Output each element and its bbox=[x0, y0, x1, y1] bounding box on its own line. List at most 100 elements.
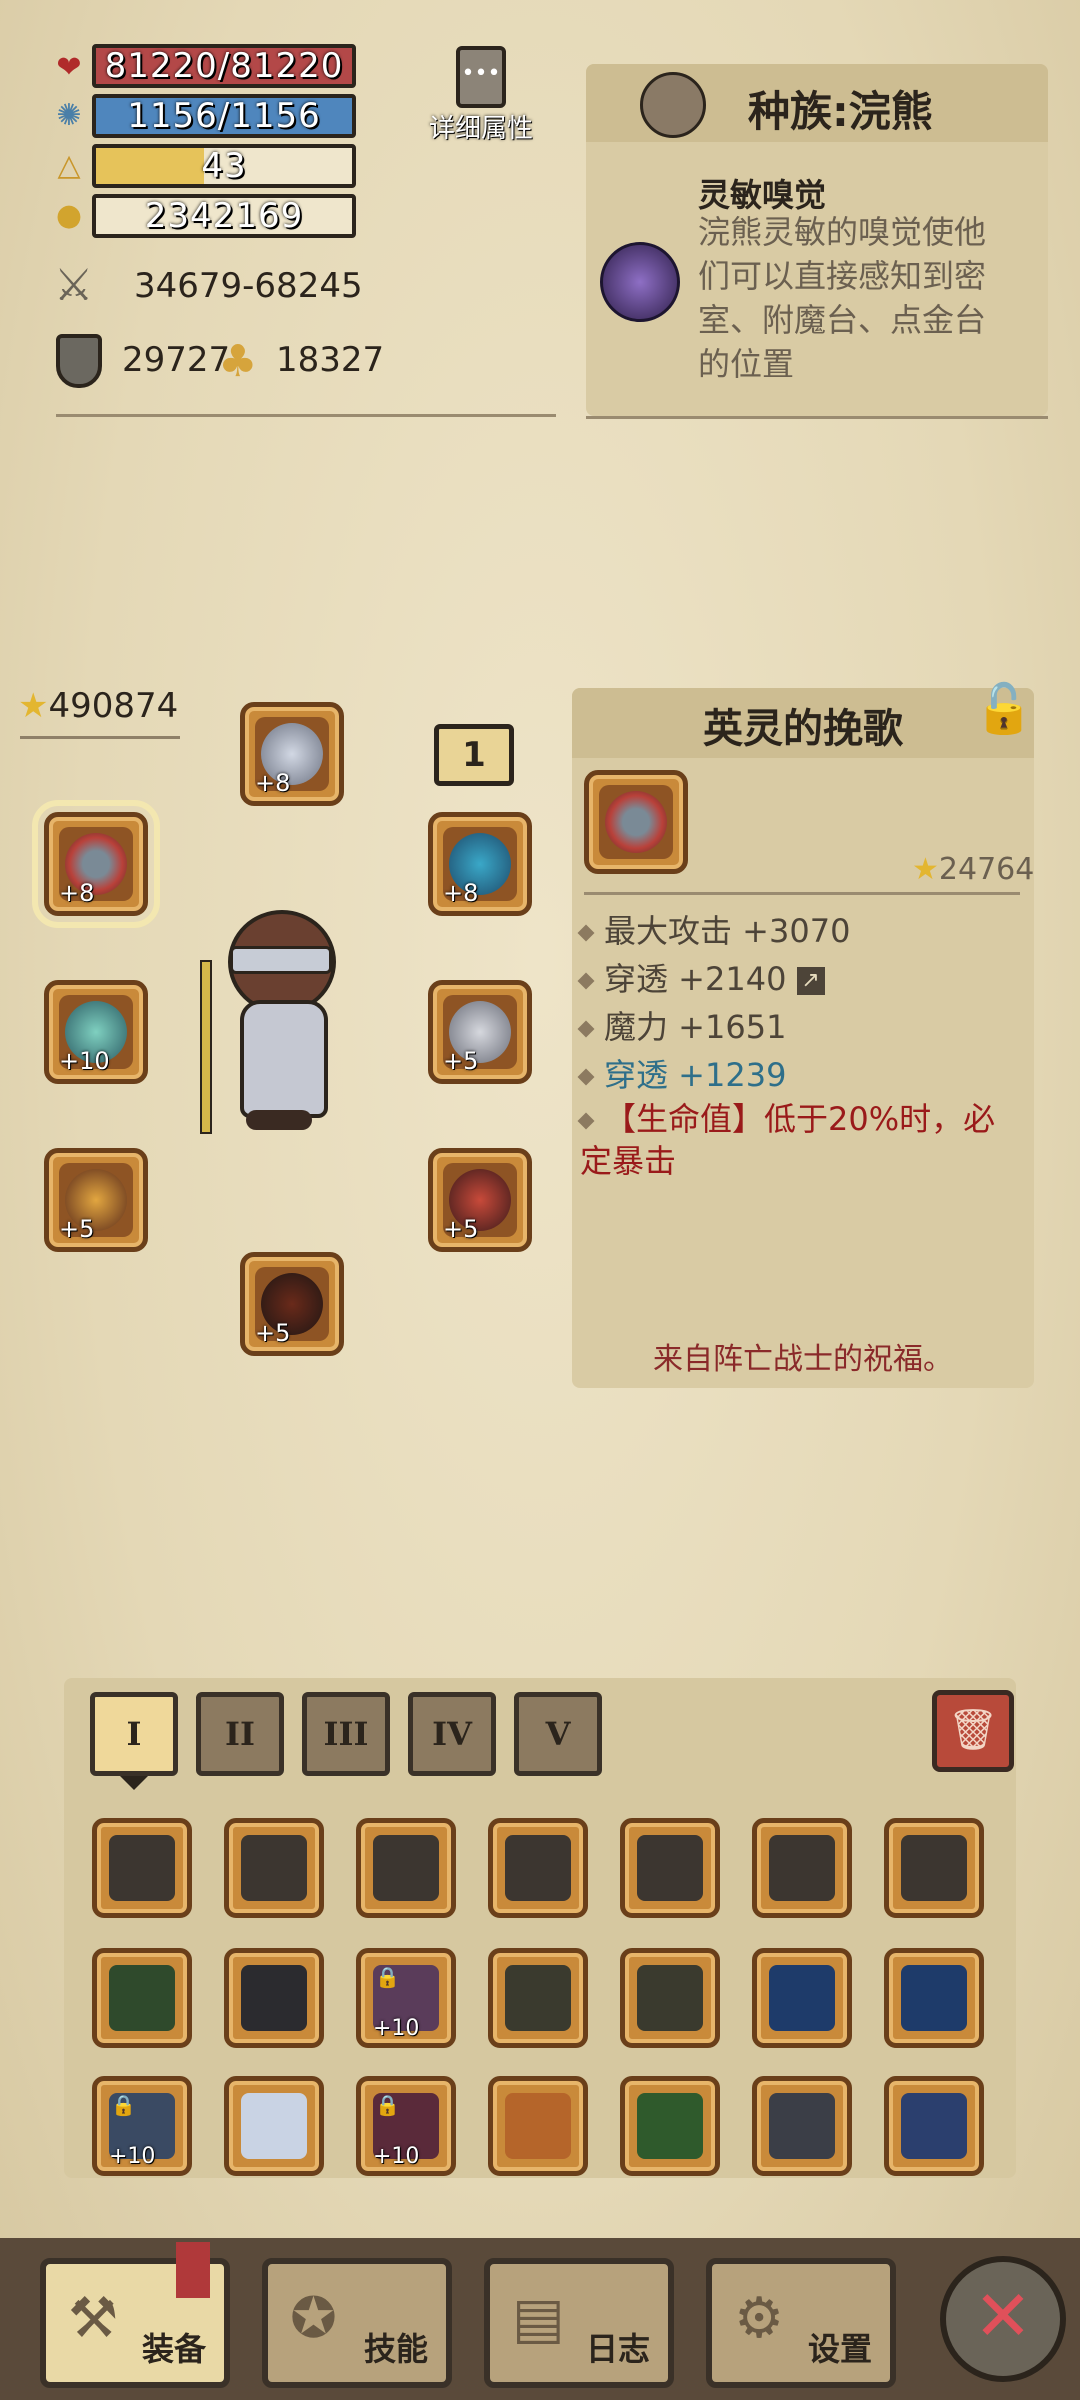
inventory-item[interactable]: 🔒 +10 bbox=[356, 2076, 456, 2176]
tab-indicator bbox=[120, 1776, 148, 1790]
inventory-item-art bbox=[901, 1965, 967, 2031]
raccoon-icon bbox=[640, 72, 706, 138]
inventory-item-level: +10 bbox=[109, 2144, 156, 2169]
inventory-item[interactable]: 🔒 +10 bbox=[356, 1948, 456, 2048]
level-value: 43 bbox=[201, 146, 247, 186]
nav-equip-label: 装备 bbox=[141, 2330, 206, 2368]
item-divider bbox=[584, 892, 1020, 895]
inventory-item-art bbox=[109, 1835, 175, 1901]
star-icon: ★ bbox=[912, 852, 939, 887]
inventory-item-art bbox=[241, 2093, 307, 2159]
item-attr-magic: 魔力 +1651 bbox=[577, 1002, 787, 1048]
inventory-item[interactable] bbox=[224, 2076, 324, 2176]
luck-value: 18327 bbox=[276, 340, 385, 380]
close-button[interactable]: ✕ bbox=[940, 2256, 1066, 2382]
nav-log[interactable]: ▤ 日志 bbox=[484, 2258, 674, 2388]
loadout-number-button[interactable]: 1 bbox=[434, 724, 514, 786]
inventory-item[interactable] bbox=[752, 1948, 852, 2048]
inventory-item[interactable] bbox=[884, 1818, 984, 1918]
equip-slot-boots[interactable]: +5 bbox=[240, 1252, 344, 1356]
inventory-item[interactable] bbox=[620, 1948, 720, 2048]
skills-icon: ✪ bbox=[290, 2286, 337, 2351]
inventory-item-art bbox=[505, 1835, 571, 1901]
inventory-item[interactable] bbox=[620, 2076, 720, 2176]
detail-attributes-button[interactable]: ••• 详细属性 bbox=[426, 42, 536, 146]
inventory-item[interactable] bbox=[92, 1818, 192, 1918]
connector-line bbox=[20, 736, 180, 739]
equip-slot-necklace[interactable]: +8 bbox=[428, 812, 532, 916]
inventory-item[interactable] bbox=[224, 1948, 324, 2048]
more-icon: ••• bbox=[456, 46, 506, 108]
inventory-item[interactable] bbox=[884, 1948, 984, 2048]
tab-IV[interactable]: IV bbox=[408, 1692, 496, 1776]
star-icon: ★ bbox=[18, 686, 49, 726]
inventory-item[interactable] bbox=[224, 1818, 324, 1918]
detail-attributes-label: 详细属性 bbox=[428, 114, 533, 144]
slot-level: +10 bbox=[59, 1047, 110, 1075]
attr-text: 最大攻击 +3070 bbox=[604, 912, 851, 950]
item-attr-max-attack: 最大攻击 +3070 bbox=[577, 906, 851, 952]
inventory-item-art bbox=[505, 2093, 571, 2159]
item-score: ★24764 bbox=[912, 852, 1034, 887]
heart-icon: ❤ bbox=[56, 49, 82, 85]
inventory-item[interactable] bbox=[488, 1818, 588, 1918]
inventory-item[interactable] bbox=[356, 1818, 456, 1918]
inventory-item[interactable] bbox=[488, 1948, 588, 2048]
inventory-item-level: +10 bbox=[373, 2144, 420, 2169]
item-detail-icon bbox=[584, 770, 688, 874]
nav-skills[interactable]: ✪ 技能 bbox=[262, 2258, 452, 2388]
inventory-item-art bbox=[901, 1835, 967, 1901]
inventory-item[interactable] bbox=[488, 2076, 588, 2176]
inventory-item[interactable] bbox=[620, 1818, 720, 1918]
mana-value: 1156/1156 bbox=[127, 96, 321, 136]
inventory-item-art bbox=[241, 1835, 307, 1901]
defense-value: 29727 bbox=[122, 340, 231, 380]
lock-icon: 🔒 bbox=[375, 1965, 400, 1989]
power-score: ★490874 bbox=[18, 686, 178, 726]
race-skill-desc: 浣熊灵敏的嗅觉使他们可以直接感知到密室、附魔台、点金台的位置 bbox=[698, 213, 987, 383]
equip-slot-ring[interactable]: +8 bbox=[32, 800, 160, 928]
inventory-item[interactable]: 🔒 +10 bbox=[92, 2076, 192, 2176]
nav-settings[interactable]: ⚙ 设置 bbox=[706, 2258, 896, 2388]
item-name: 英灵的挽歌 bbox=[703, 706, 903, 752]
slot-level: +5 bbox=[443, 1047, 479, 1075]
equip-slot-gloves[interactable]: +5 bbox=[44, 1148, 148, 1252]
nav-equip[interactable]: ⚒ 装备 bbox=[40, 2242, 230, 2388]
shield-icon bbox=[56, 334, 102, 388]
equip-slot-wings[interactable]: +5 bbox=[428, 980, 532, 1084]
inventory-item[interactable] bbox=[92, 1948, 192, 2048]
log-icon: ▤ bbox=[512, 2286, 565, 2351]
unlock-icon[interactable]: 🔓 bbox=[974, 680, 1034, 737]
slot-level: +8 bbox=[255, 769, 291, 797]
tab-I[interactable]: I bbox=[90, 1692, 178, 1776]
attr-text: 穿透 +2140 bbox=[604, 960, 787, 998]
swords-icon: ⚔ bbox=[54, 260, 94, 311]
equip-slot-crown[interactable]: +8 bbox=[240, 702, 344, 806]
inventory-item[interactable] bbox=[884, 2076, 984, 2176]
gold-icon: ● bbox=[55, 197, 83, 233]
mana-bar: 1156/1156 bbox=[92, 94, 356, 138]
mana-icon: ✺ bbox=[56, 97, 82, 133]
slot-level: +5 bbox=[443, 1215, 479, 1243]
inventory-item[interactable] bbox=[752, 1818, 852, 1918]
inventory-item-art bbox=[637, 1965, 703, 2031]
gear-icon: ⚙ bbox=[734, 2286, 785, 2351]
item-attr-penetration-bonus: 穿透 +1239 bbox=[577, 1050, 786, 1096]
equip-slot-armor[interactable]: +5 bbox=[428, 1148, 532, 1252]
gold-value: 2342169 bbox=[144, 196, 304, 236]
inventory-item-art bbox=[241, 1965, 307, 2031]
bookmark-icon bbox=[176, 2242, 210, 2298]
tab-II[interactable]: II bbox=[196, 1692, 284, 1776]
inventory-item[interactable] bbox=[752, 2076, 852, 2176]
trash-icon[interactable]: 🗑 bbox=[932, 1690, 1014, 1772]
tab-III[interactable]: III bbox=[302, 1692, 390, 1776]
divider bbox=[56, 414, 556, 417]
attack-value: 34679-68245 bbox=[134, 266, 363, 306]
equip-slot-staff[interactable]: +10 bbox=[44, 980, 148, 1084]
inventory-item-art bbox=[901, 2093, 967, 2159]
tab-V[interactable]: V bbox=[514, 1692, 602, 1776]
axe-icon: ⚒ bbox=[68, 2286, 119, 2351]
character-avatar bbox=[190, 910, 360, 1140]
attr-text: 魔力 +1651 bbox=[604, 1008, 787, 1046]
inventory-item-art bbox=[769, 1965, 835, 2031]
